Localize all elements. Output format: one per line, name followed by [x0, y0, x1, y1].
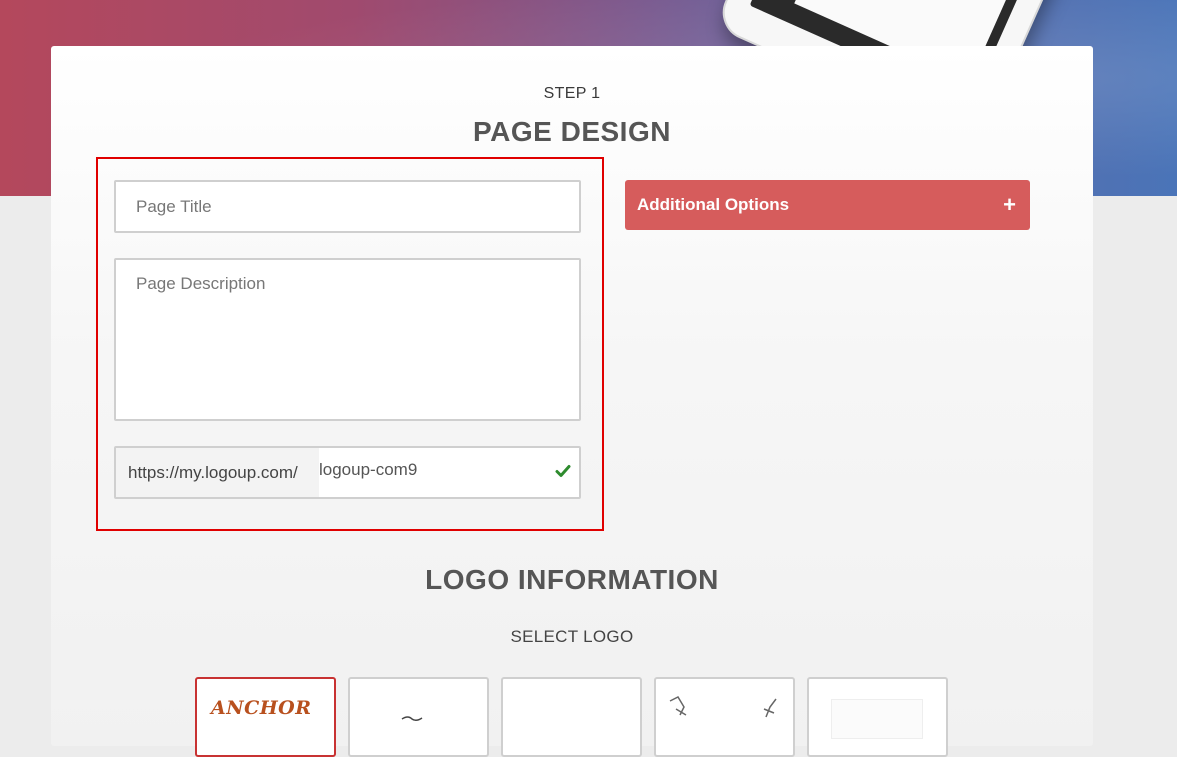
page-description-input[interactable]: [114, 258, 581, 421]
additional-options-label: Additional Options: [637, 195, 790, 214]
logo-placeholder-block: [831, 699, 923, 739]
select-logo-label: SELECT LOGO: [510, 627, 634, 646]
page-url-field: https://my.logoup.com/: [114, 446, 581, 499]
logo-option-3[interactable]: [501, 677, 642, 757]
logo-information-title: LOGO INFORMATION: [425, 564, 719, 595]
script-logo-graphic: [401, 716, 423, 722]
step-label: STEP 1: [543, 85, 601, 102]
page-title-input[interactable]: [114, 180, 581, 233]
logo-option-4[interactable]: [654, 677, 795, 757]
page-design-title: PAGE DESIGN: [473, 116, 671, 147]
plus-icon: +: [1003, 192, 1016, 217]
url-prefix: https://my.logoup.com/: [116, 448, 319, 497]
additional-options-button[interactable]: Additional Options +: [625, 180, 1030, 230]
emblem-logo-graphic: [669, 696, 777, 718]
check-icon: [555, 465, 571, 477]
logo-option-5[interactable]: [807, 677, 948, 757]
logo-option-2[interactable]: [348, 677, 489, 757]
url-slug-input[interactable]: [319, 448, 579, 497]
logo-option-1[interactable]: ANCHOR: [195, 677, 336, 757]
step-card: STEP 1 PAGE DESIGN https://my.logoup.com…: [51, 46, 1093, 757]
